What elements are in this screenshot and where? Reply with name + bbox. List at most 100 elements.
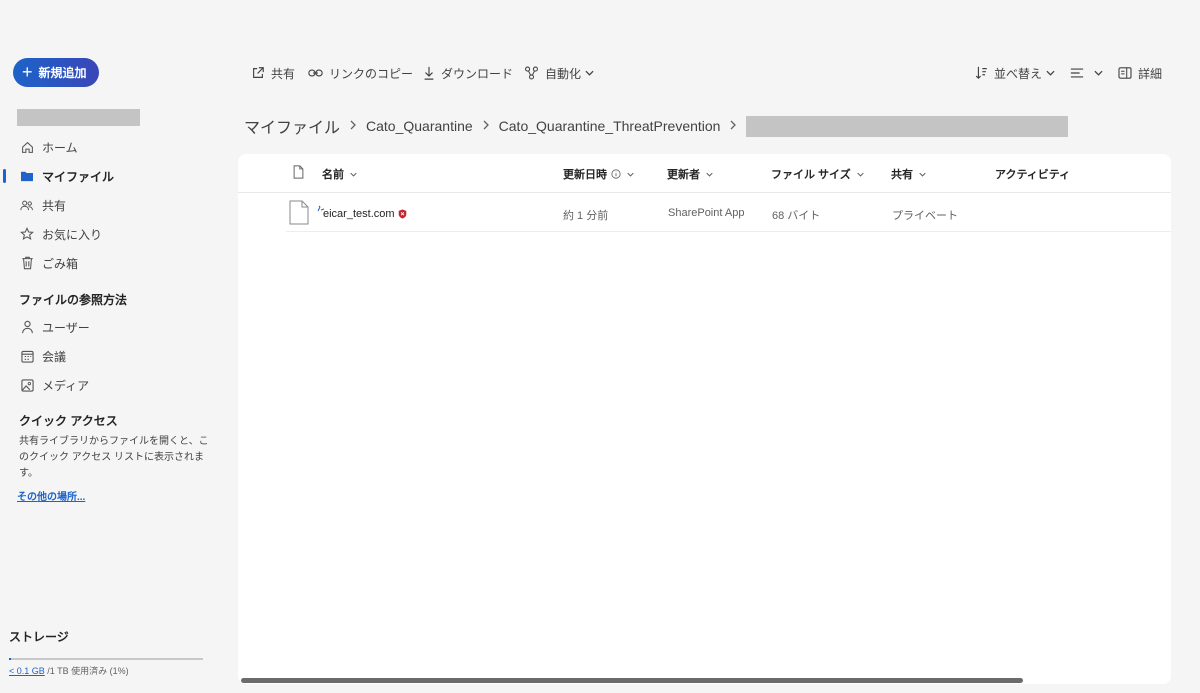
column-header-label: ファイル サイズ (771, 169, 851, 181)
sidebar-item-meetings[interactable]: 会議 (0, 344, 225, 368)
column-header-sharing[interactable]: 共有 (891, 166, 926, 182)
add-new-label: 新規追加 (38, 66, 87, 80)
file-list-panel: 名前 更新日時 更新者 ファイル サイズ 共有 アクティビティ eicar_te… (238, 154, 1171, 684)
storage-progress-fill (9, 658, 11, 660)
chevron-down-icon (627, 172, 634, 177)
view-options-button[interactable] (1070, 64, 1103, 82)
sidebar-item-label: ユーザー (42, 320, 90, 335)
sort-button[interactable]: 並べ替え (975, 64, 1055, 82)
sidebar-item-label: お気に入り (42, 227, 103, 242)
sidebar-item-favorites[interactable]: お気に入り (0, 222, 225, 246)
sidebar-item-label: ごみ箱 (42, 256, 79, 271)
browse-section-title: ファイルの参照方法 (19, 293, 128, 307)
sidebar-item-label: メディア (42, 378, 90, 393)
redacted-breadcrumb (746, 115, 1069, 137)
trash-icon (20, 256, 34, 270)
link-icon (308, 68, 323, 78)
column-header-modified-by[interactable]: 更新者 (667, 166, 713, 182)
sidebar-item-recycle-bin[interactable]: ごみ箱 (0, 251, 225, 275)
breadcrumb: マイファイル Cato_Quarantine Cato_Quarantine_T… (244, 113, 1069, 139)
more-places-link[interactable]: その他の場所... (17, 488, 85, 503)
download-icon (423, 66, 435, 80)
details-pane-icon (1118, 67, 1132, 79)
chevron-right-icon (730, 119, 737, 133)
chevron-right-icon (483, 119, 489, 133)
chevron-right-icon (350, 119, 356, 133)
sidebar-item-media[interactable]: メディア (0, 373, 225, 397)
person-icon (20, 320, 34, 334)
sharing-cell[interactable]: プライベート (892, 207, 958, 223)
chevron-down-icon (706, 172, 713, 177)
automate-button[interactable]: 自動化 (524, 64, 594, 82)
sidebar-item-shared[interactable]: 共有 (0, 193, 225, 217)
flow-icon (524, 66, 539, 80)
redacted-user-name (17, 109, 140, 126)
sidebar-item-label: 会議 (42, 349, 67, 364)
calendar-icon (20, 349, 34, 363)
column-header-activity[interactable]: アクティビティ (995, 166, 1070, 182)
storage-usage-text: < 0.1 GB /1 TB 使用済み (1%) (9, 664, 129, 677)
download-button[interactable]: ダウンロード (423, 64, 513, 82)
sort-icon (975, 66, 988, 80)
quick-access-description: 共有ライブラリからファイルを開くと、このクイック アクセス リストに表示されます… (19, 436, 209, 479)
chevron-down-icon (1046, 70, 1055, 76)
column-header-modified[interactable]: 更新日時 (563, 166, 634, 182)
column-header-file-size[interactable]: ファイル サイズ (771, 166, 864, 182)
sidebar-item-label: 共有 (42, 198, 67, 213)
breadcrumb-threat-prevention[interactable]: Cato_Quarantine_ThreatPrevention (499, 118, 721, 134)
sidebar: + 新規追加 ホーム マイファイル 共有 お気に入り ごみ箱 ファイルの参照方法 (0, 0, 225, 693)
details-label: 詳細 (1138, 66, 1163, 81)
image-icon (20, 378, 34, 392)
storage-used-link[interactable]: < 0.1 GB (9, 666, 45, 676)
file-size-cell: 68 バイト (772, 210, 821, 222)
table-row[interactable]: eicar_test.com 約 1 分前 SharePoint App 68 … (286, 194, 1171, 232)
copy-link-button[interactable]: リンクのコピー (308, 64, 413, 82)
modified-by-cell: SharePoint App (668, 207, 745, 219)
chevron-down-icon (585, 70, 594, 76)
automate-label: 自動化 (545, 66, 582, 81)
breadcrumb-cato-quarantine[interactable]: Cato_Quarantine (366, 118, 473, 134)
download-label: ダウンロード (441, 66, 514, 81)
storage-total-text: /1 TB 使用済み (1%) (44, 666, 129, 676)
list-view-icon (1070, 67, 1084, 79)
details-button[interactable]: 詳細 (1118, 64, 1162, 82)
star-icon (20, 227, 34, 241)
storage-progress-bar (9, 658, 203, 660)
add-new-button[interactable]: + 新規追加 (13, 58, 99, 87)
chevron-down-icon (1094, 70, 1103, 76)
sidebar-item-people[interactable]: ユーザー (0, 315, 225, 339)
share-button[interactable]: 共有 (251, 64, 295, 82)
column-header-label: 共有 (891, 169, 913, 181)
breadcrumb-my-files[interactable]: マイファイル (244, 114, 340, 138)
info-icon (611, 169, 621, 179)
horizontal-scrollbar[interactable] (241, 678, 1023, 683)
file-type-header-icon[interactable] (293, 165, 304, 179)
modified-cell: 約 1 分前 (563, 210, 609, 222)
folder-icon (20, 169, 34, 183)
share-icon (251, 66, 265, 80)
table-header-row: 名前 更新日時 更新者 ファイル サイズ 共有 アクティビティ (238, 154, 1171, 193)
file-name-link[interactable]: eicar_test.com (323, 208, 395, 220)
file-generic-icon (289, 200, 309, 228)
sidebar-item-home[interactable]: ホーム (0, 135, 225, 159)
column-header-label: アクティビティ (995, 169, 1071, 181)
column-header-label: 更新者 (667, 169, 700, 181)
plus-icon: + (22, 61, 33, 82)
sidebar-item-label: マイファイル (42, 169, 115, 184)
sidebar-item-label: ホーム (42, 140, 78, 155)
chevron-down-icon (919, 172, 926, 177)
quick-access-title: クイック アクセス (19, 414, 118, 428)
home-icon (20, 140, 34, 154)
storage-title: ストレージ (9, 630, 69, 644)
chevron-down-icon (350, 172, 357, 177)
chevron-down-icon (857, 172, 864, 177)
column-header-label: 更新日時 (563, 169, 607, 181)
share-label: 共有 (271, 66, 296, 81)
column-header-label: 名前 (322, 169, 344, 181)
sort-label: 並べ替え (994, 66, 1043, 81)
column-header-name[interactable]: 名前 (322, 166, 357, 182)
blocked-shield-icon (398, 208, 407, 222)
copy-link-label: リンクのコピー (329, 66, 414, 81)
people-icon (20, 198, 34, 212)
sidebar-item-my-files[interactable]: マイファイル (0, 164, 225, 188)
